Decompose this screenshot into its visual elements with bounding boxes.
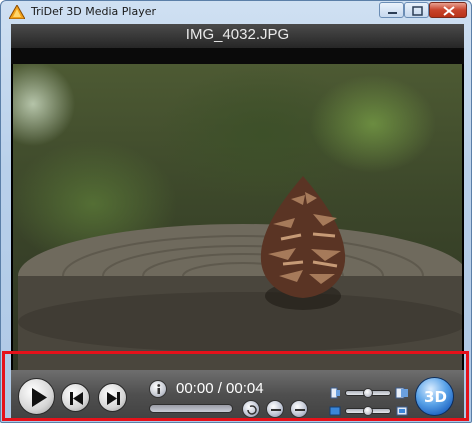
app-logo-icon — [9, 5, 25, 19]
close-button[interactable] — [429, 2, 467, 18]
maximize-button[interactable] — [404, 2, 429, 18]
title-bar[interactable]: TriDef 3D Media Player — [1, 1, 471, 23]
photo-image — [18, 176, 462, 370]
pinecone — [260, 176, 346, 310]
close-icon — [443, 6, 455, 16]
media-view[interactable] — [13, 64, 462, 370]
top-letterbox — [11, 48, 464, 64]
controls-highlight-box — [2, 351, 469, 421]
minimize-button[interactable] — [379, 2, 404, 18]
minimize-icon — [388, 12, 397, 14]
filename-bar: IMG_4032.JPG — [11, 24, 464, 48]
window-title: TriDef 3D Media Player — [31, 5, 157, 18]
maximize-icon — [412, 6, 423, 16]
filename-label: IMG_4032.JPG — [185, 26, 290, 43]
